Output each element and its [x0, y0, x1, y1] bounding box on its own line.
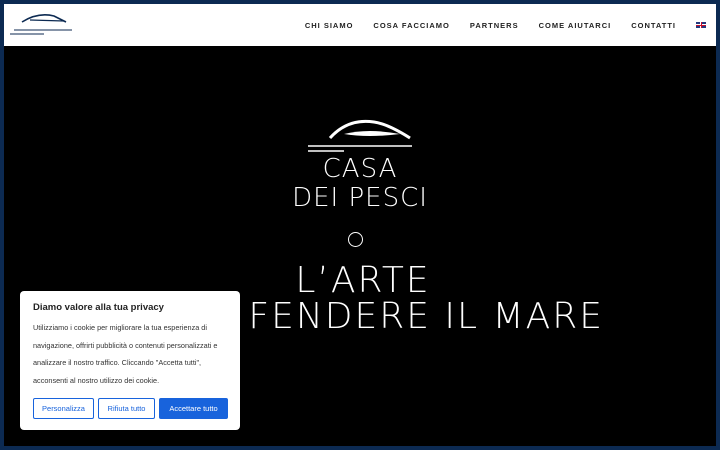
hero-logo-boat-icon: [308, 119, 412, 152]
accept-cookies-button[interactable]: Accettare tutto: [159, 398, 228, 419]
uk-flag-icon[interactable]: [696, 22, 706, 28]
cookie-banner-text: Utilizziamo i cookie per migliorare la t…: [33, 323, 218, 385]
brand-name-line2: DEI PESCI: [292, 183, 428, 213]
brand-name-line1: CASA: [322, 154, 398, 184]
menu-item-come-aiutarci[interactable]: COME AIUTARCI: [539, 21, 612, 30]
menu-item-contatti[interactable]: CONTATTI: [631, 21, 676, 30]
main-menu: CHI SIAMO COSA FACCIAMO PARTNERS COME AI…: [285, 4, 706, 46]
menu-item-cosa-facciamo[interactable]: COSA FACCIAMO: [373, 21, 449, 30]
cookie-consent-banner: Diamo valore alla tua privacy Utilizziam…: [20, 291, 240, 430]
site-logo[interactable]: [8, 10, 78, 36]
loading-spinner-icon: [348, 232, 363, 247]
menu-item-partners[interactable]: PARTNERS: [470, 21, 519, 30]
customize-cookies-button[interactable]: Personalizza: [33, 398, 94, 419]
cookie-button-group: Personalizza Rifiuta tutto Accettare tut…: [33, 398, 228, 419]
menu-item-chi-siamo[interactable]: CHI SIAMO: [305, 21, 354, 30]
cookie-banner-title: Diamo valore alla tua privacy: [33, 302, 164, 313]
top-navbar: CHI SIAMO COSA FACCIAMO PARTNERS COME AI…: [4, 4, 716, 46]
reject-cookies-button[interactable]: Rifiuta tutto: [98, 398, 155, 419]
